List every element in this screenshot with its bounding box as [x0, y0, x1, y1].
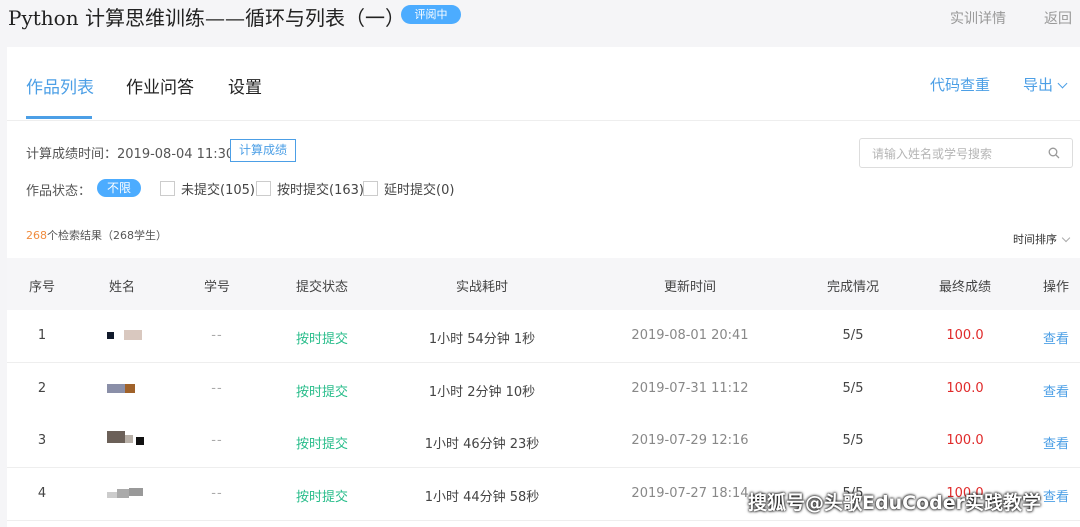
code-check-button[interactable]: 代码查重 [930, 74, 990, 95]
col-name: 姓名 [108, 280, 136, 295]
back-link[interactable]: 返回 [1044, 8, 1072, 28]
row-progress: 5/5 [842, 328, 864, 343]
row-index: 4 [37, 486, 47, 501]
table-header: 序号 姓名 学号 提交状态 实战耗时 更新时间 完成情况 最终成绩 操作 [7, 258, 1080, 310]
chevron-down-icon [1057, 78, 1068, 89]
view-link[interactable]: 查看 [1043, 486, 1069, 505]
row-duration: 1小时 2分钟 10秒 [428, 385, 536, 400]
result-count-number: 268 [26, 229, 47, 242]
unsubmitted-label[interactable]: 未提交(105) [181, 179, 255, 198]
calc-time-label: 计算成绩时间：2019-08-04 11:30 [26, 147, 235, 162]
row-status: 按时提交 [295, 332, 349, 347]
status-filter-label: 作品状态： [26, 184, 92, 199]
blurred-name [107, 330, 143, 340]
col-actions: 操作 [1042, 280, 1070, 295]
top-bar: Python 计算思维训练——循环与列表（一） 评阅中 实训详情 返回 [0, 0, 1080, 40]
row-updated: 2019-07-27 18:14 [631, 486, 749, 501]
view-link[interactable]: 查看 [1043, 381, 1069, 400]
blurred-name [107, 488, 145, 498]
row-updated: 2019-08-01 20:41 [631, 328, 749, 343]
col-submit-status: 提交状态 [295, 280, 349, 295]
blurred-name [107, 383, 137, 393]
row-progress: 5/5 [842, 381, 864, 396]
col-updated: 更新时间 [663, 280, 717, 295]
col-progress: 完成情况 [826, 280, 880, 295]
tab-works-list[interactable]: 作品列表 [26, 73, 94, 98]
row-student-id: -- [211, 433, 223, 448]
tab-bar: 作品列表 作业问答 设置 代码查重 导出 [7, 47, 1080, 121]
row-updated: 2019-07-31 11:12 [631, 381, 749, 396]
table-row: 1 -- 按时提交 1小时 54分钟 1秒 2019-08-01 20:41 5… [7, 310, 1080, 363]
late-label[interactable]: 延时提交(0) [384, 179, 454, 198]
search-icon[interactable] [1048, 147, 1060, 159]
export-label: 导出 [1023, 76, 1054, 94]
row-student-id: -- [211, 486, 223, 501]
col-student-id: 学号 [203, 280, 231, 295]
search-box [859, 138, 1073, 168]
row-index: 1 [37, 328, 47, 343]
row-status: 按时提交 [295, 437, 349, 452]
view-link[interactable]: 查看 [1043, 433, 1069, 452]
on-time-label[interactable]: 按时提交(163) [277, 179, 364, 198]
row-index: 2 [37, 381, 47, 396]
row-score: 100.0 [946, 381, 984, 396]
late-checkbox[interactable] [363, 181, 378, 196]
on-time-checkbox[interactable] [256, 181, 271, 196]
chevron-down-icon [1061, 233, 1071, 243]
row-score: 100.0 [946, 328, 984, 343]
sort-label: 时间排序 [1013, 233, 1057, 246]
col-duration: 实战耗时 [455, 280, 509, 295]
col-index: 序号 [28, 280, 56, 295]
tab-settings[interactable]: 设置 [228, 73, 262, 98]
course-title: Python 计算思维训练——循环与列表（一） [8, 6, 405, 30]
result-count: 268个检索结果（268学生） [26, 227, 167, 243]
row-score: 100.0 [946, 433, 984, 448]
unsubmitted-checkbox[interactable] [160, 181, 175, 196]
filter-all-pill[interactable]: 不限 [97, 179, 141, 197]
main-panel: 作品列表 作业问答 设置 代码查重 导出 计算成绩时间：2019-08-04 1… [7, 47, 1080, 527]
calc-score-button[interactable]: 计算成绩 [230, 139, 296, 162]
row-progress: 5/5 [842, 433, 864, 448]
row-index: 3 [37, 433, 47, 448]
blurred-name [107, 431, 147, 447]
row-status: 按时提交 [295, 490, 349, 505]
row-student-id: -- [211, 381, 223, 396]
review-status-badge: 评阅中 [401, 5, 461, 24]
watermark: 搜狐号@头歌EduCoder实践教学 [748, 492, 1041, 514]
row-duration: 1小时 46分钟 23秒 [424, 437, 540, 452]
active-tab-indicator [26, 116, 92, 119]
row-updated: 2019-07-29 12:16 [631, 433, 749, 448]
col-final-score: 最终成绩 [938, 280, 992, 295]
row-student-id: -- [211, 328, 223, 343]
table-row: 3 -- 按时提交 1小时 46分钟 23秒 2019-07-29 12:16 … [7, 415, 1080, 468]
result-count-suffix: 个检索结果（268学生） [47, 229, 167, 242]
row-duration: 1小时 54分钟 1秒 [428, 332, 536, 347]
row-duration: 1小时 44分钟 58秒 [424, 490, 540, 505]
search-input[interactable] [870, 144, 1044, 164]
tab-homework-qa[interactable]: 作业问答 [126, 73, 194, 98]
export-button[interactable]: 导出 [1023, 74, 1068, 95]
training-details-link[interactable]: 实训详情 [950, 8, 1006, 28]
time-sort-dropdown[interactable]: 时间排序 [1013, 231, 1071, 247]
row-status: 按时提交 [295, 385, 349, 400]
table-row: 2 -- 按时提交 1小时 2分钟 10秒 2019-07-31 11:12 5… [7, 363, 1080, 416]
view-link[interactable]: 查看 [1043, 328, 1069, 347]
